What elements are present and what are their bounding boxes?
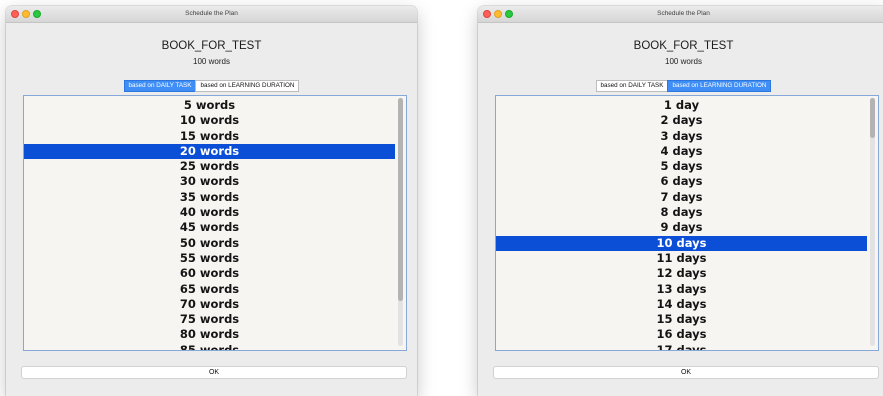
learning-duration-list[interactable]: 1 day 2 days 3 days 4 days 5 days 6 days 7 day…	[495, 95, 879, 351]
list-item[interactable]: 10 words	[24, 113, 395, 128]
list-item[interactable]: 5 words	[24, 98, 395, 113]
scrollbar-thumb[interactable]	[870, 98, 875, 138]
list-item[interactable]: 15 days	[496, 312, 867, 327]
book-word-count: 100 words	[193, 57, 230, 66]
list-item[interactable]: 35 words	[24, 190, 395, 205]
plan-mode-tabs: based on DAILY TASK based on LEARNING DUR…	[478, 80, 883, 92]
daily-task-list[interactable]: 5 words 10 words 15 words 20 words 25 words 3…	[23, 95, 407, 351]
schedule-window-learning-duration: Schedule the Plan BOOK_FOR_TEST 100 word…	[478, 6, 883, 396]
list-item[interactable]: 85 words	[24, 343, 395, 350]
ok-button[interactable]: OK	[21, 366, 407, 379]
list-item[interactable]: 5 days	[496, 159, 867, 174]
list-item[interactable]: 12 days	[496, 266, 867, 281]
schedule-window-daily-task: Schedule the Plan BOOK_FOR_TEST 100 word…	[6, 6, 417, 396]
list-item[interactable]: 60 words	[24, 266, 395, 281]
list-item[interactable]: 6 days	[496, 174, 867, 189]
list-item[interactable]: 17 days	[496, 343, 867, 350]
window-titlebar[interactable]: Schedule the Plan	[478, 6, 883, 23]
tab-learning-duration[interactable]: based on LEARNING DURATION	[667, 80, 772, 92]
list-item[interactable]: 75 words	[24, 312, 395, 327]
list-item[interactable]: 2 days	[496, 113, 867, 128]
list-item[interactable]: 15 words	[24, 129, 395, 144]
list-item[interactable]: 14 days	[496, 297, 867, 312]
tab-daily-task[interactable]: based on DAILY TASK	[123, 80, 197, 92]
list-item[interactable]: 30 words	[24, 174, 395, 189]
close-button-icon[interactable]	[483, 10, 491, 18]
ok-button[interactable]: OK	[493, 366, 879, 379]
list-item[interactable]: 4 days	[496, 144, 867, 159]
list-item-selected[interactable]: 10 days	[496, 235, 867, 251]
window-title: Schedule the Plan	[657, 10, 710, 17]
list-item[interactable]: 40 words	[24, 205, 395, 220]
zoom-button-icon[interactable]	[33, 10, 41, 18]
close-button-icon[interactable]	[11, 10, 19, 18]
book-title: BOOK_FOR_TEST	[161, 40, 262, 52]
list-items: 1 day 2 days 3 days 4 days 5 days 6 days 7 day…	[496, 98, 867, 350]
zoom-button-icon[interactable]	[505, 10, 513, 18]
list-item[interactable]: 80 words	[24, 327, 395, 342]
window-titlebar[interactable]: Schedule the Plan	[6, 6, 417, 23]
list-item[interactable]: 8 days	[496, 205, 867, 220]
list-item[interactable]: 16 days	[496, 327, 867, 342]
minimize-button-icon[interactable]	[22, 10, 30, 18]
list-item[interactable]: 3 days	[496, 129, 867, 144]
tab-daily-task[interactable]: based on DAILY TASK	[595, 80, 669, 92]
window-title: Schedule the Plan	[185, 10, 238, 17]
scrollbar-thumb[interactable]	[398, 98, 403, 301]
list-item[interactable]: 13 days	[496, 282, 867, 297]
list-item[interactable]: 55 words	[24, 251, 395, 266]
list-item[interactable]: 1 day	[496, 98, 867, 113]
list-item[interactable]: 45 words	[24, 220, 395, 235]
list-item[interactable]: 25 words	[24, 159, 395, 174]
vertical-scrollbar[interactable]	[870, 98, 875, 346]
book-word-count: 100 words	[665, 57, 702, 66]
plan-mode-tabs: based on DAILY TASK based on LEARNING DUR…	[6, 80, 417, 92]
minimize-button-icon[interactable]	[494, 10, 502, 18]
list-item[interactable]: 70 words	[24, 297, 395, 312]
book-title: BOOK_FOR_TEST	[633, 40, 734, 52]
list-item[interactable]: 50 words	[24, 236, 395, 251]
vertical-scrollbar[interactable]	[398, 98, 403, 346]
list-item-selected[interactable]: 20 words	[24, 143, 395, 160]
tab-learning-duration[interactable]: based on LEARNING DURATION	[195, 80, 300, 92]
list-item[interactable]: 9 days	[496, 220, 867, 235]
list-item[interactable]: 11 days	[496, 251, 867, 266]
list-item[interactable]: 65 words	[24, 282, 395, 297]
list-items: 5 words 10 words 15 words 20 words 25 words 3…	[24, 98, 395, 350]
list-item[interactable]: 7 days	[496, 190, 867, 205]
